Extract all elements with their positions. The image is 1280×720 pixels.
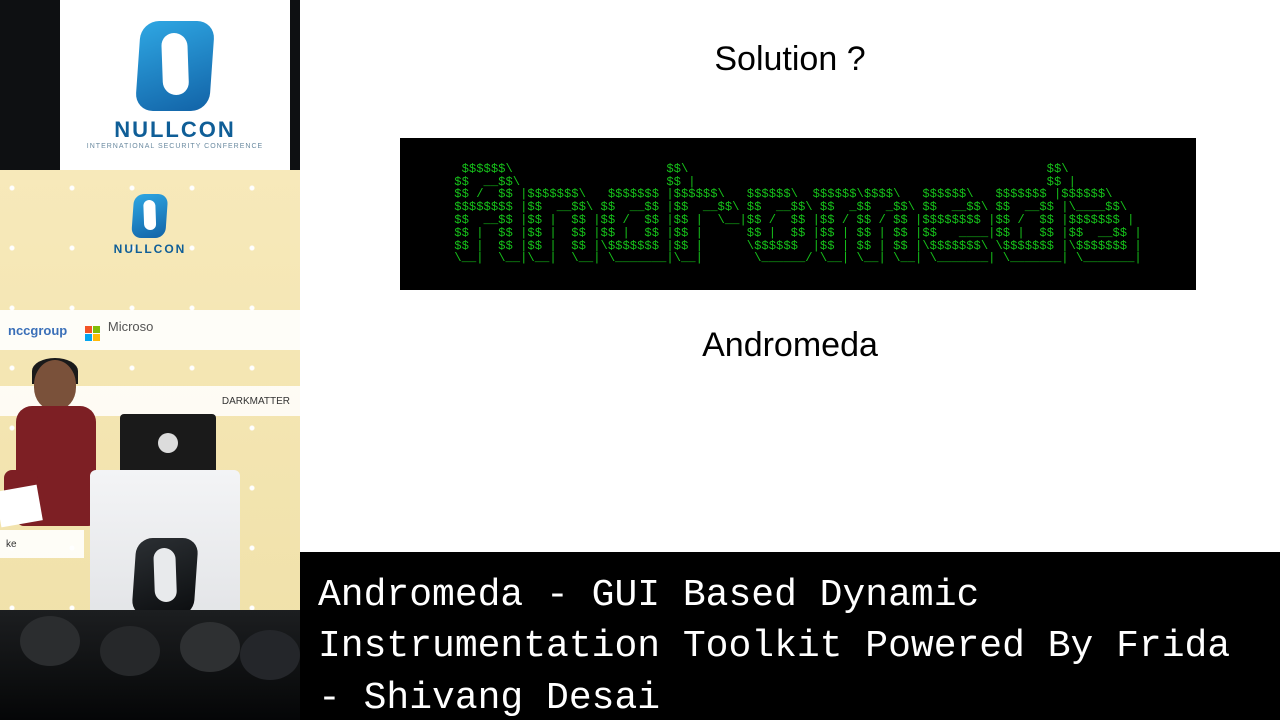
- ascii-banner: $$$$$$\ $$\ $$\ $$ __$$\ $$ | $$ | $$ / …: [400, 138, 1196, 290]
- nullcon-wordmark: NULLCON: [114, 117, 236, 143]
- ascii-art: $$$$$$\ $$\ $$\ $$ __$$\ $$ | $$ | $$ / …: [447, 163, 1149, 266]
- caption-line-3: - Shivang Desai: [318, 673, 1264, 720]
- sponsor-nccgroup: nccgroup: [8, 323, 67, 338]
- sponsor-microsoft: Microso: [85, 319, 153, 341]
- camera-feed: NULLCON INTERNATIONAL SECURITY CONFERENC…: [0, 0, 300, 720]
- slide-label: Andromeda: [300, 326, 1280, 365]
- sponsor-row-3: ke: [0, 530, 84, 558]
- microsoft-icon: [85, 326, 100, 341]
- laptop-logo-icon: [158, 433, 178, 453]
- sponsor-darkmatter: DARKMATTER: [222, 396, 290, 407]
- caption-line-2: Instrumentation Toolkit Powered By Frida: [318, 621, 1264, 672]
- speaker-head: [34, 360, 76, 410]
- stage-backdrop: NULLCON nccgroup Microso DARKMATTER: [0, 170, 300, 720]
- nullcon-mark-icon: [131, 194, 168, 238]
- nullcon-wordmark: NULLCON: [114, 242, 187, 256]
- caption-line-1: Andromeda - GUI Based Dynamic: [318, 570, 1264, 621]
- speaker-paper: [0, 485, 43, 528]
- nullcon-mark-icon: [135, 21, 215, 111]
- video-caption: Andromeda - GUI Based Dynamic Instrument…: [300, 552, 1280, 720]
- backdrop-logo: NULLCON: [114, 194, 187, 256]
- slide-title: Solution ?: [300, 40, 1280, 79]
- audience: [0, 610, 300, 720]
- nullcon-mark-icon: [131, 538, 198, 616]
- video-frame: NULLCON INTERNATIONAL SECURITY CONFERENC…: [0, 0, 1280, 720]
- presentation-slide: Solution ? $$$$$$\ $$\ $$\ $$ __$$\ $$ |: [300, 0, 1280, 552]
- sponsor-microsoft-label: Microso: [108, 319, 154, 334]
- sponsor-fragment: ke: [6, 539, 17, 550]
- corner-logo: NULLCON INTERNATIONAL SECURITY CONFERENC…: [60, 0, 290, 170]
- sponsor-row: nccgroup Microso: [0, 310, 300, 350]
- laptop: [120, 414, 216, 472]
- nullcon-subtitle: INTERNATIONAL SECURITY CONFERENCE: [87, 143, 263, 150]
